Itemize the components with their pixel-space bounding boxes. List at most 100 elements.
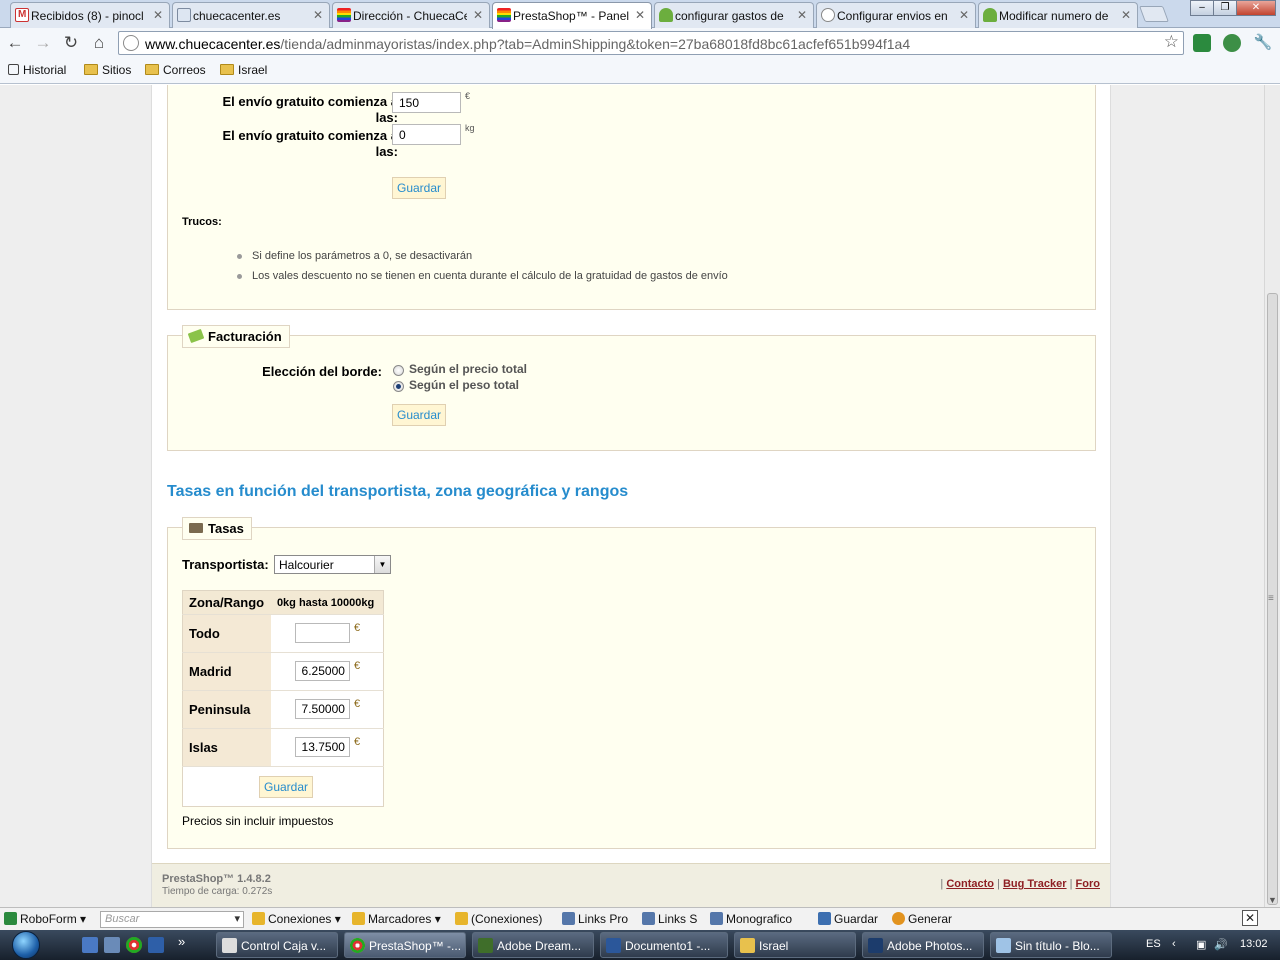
carrier-select[interactable]: Halcourier ▼	[274, 555, 391, 574]
start-button[interactable]	[6, 930, 46, 960]
roboform-conexiones[interactable]: Conexiones ▾	[252, 912, 341, 926]
browser-tab-prestashop[interactable]: PrestaShop™ - Panel ✕	[492, 2, 652, 29]
roboform-generar[interactable]: Generar	[892, 912, 952, 926]
save-rates-button[interactable]: Guardar	[259, 776, 313, 798]
roboform-extension-icon[interactable]	[1193, 34, 1211, 52]
minimize-button[interactable]: –	[1190, 0, 1214, 16]
tips-title: Trucos:	[182, 216, 222, 228]
close-icon[interactable]: ✕	[473, 8, 483, 22]
word-icon	[606, 938, 621, 953]
tab-label: configurar gastos de	[675, 9, 784, 23]
bookmarks-bar: Historial Sitios Correos Israel	[0, 58, 1280, 84]
close-window-button[interactable]: ✕	[1236, 0, 1276, 16]
save-free-shipping-button[interactable]: Guardar	[392, 177, 446, 199]
taskbar-item-control-caja[interactable]: Control Caja v...	[216, 932, 338, 958]
clock[interactable]: 13:02	[1240, 938, 1268, 950]
network-icon[interactable]: ▣	[1196, 938, 1206, 951]
close-icon[interactable]: ✕	[313, 8, 323, 22]
more-quicklaunch-icon[interactable]: »	[178, 934, 185, 949]
rate-input-todo[interactable]	[294, 623, 350, 643]
save-cell: Guardar	[183, 767, 384, 807]
close-icon[interactable]: ✕	[1121, 8, 1131, 22]
taskbar-item-dreamweaver[interactable]: Adobe Dream...	[472, 932, 594, 958]
rate-cell: €	[270, 614, 384, 653]
bookmark-correos[interactable]: Correos	[145, 63, 206, 77]
scroll-down-arrow-icon[interactable]: ▼	[1268, 895, 1277, 905]
home-icon[interactable]: ⌂	[88, 33, 110, 53]
switch-windows-icon[interactable]	[104, 937, 120, 953]
new-tab-button[interactable]	[1139, 6, 1169, 22]
roboform-marcadores[interactable]: Marcadores ▾	[352, 912, 441, 926]
wrench-icon[interactable]: 🔧	[1252, 33, 1274, 53]
page-icon	[177, 8, 191, 22]
footer-link-bug-tracker[interactable]: Bug Tracker	[1003, 878, 1067, 890]
rate-cell: €	[270, 728, 384, 767]
tab-label: Dirección - ChuecaCe	[353, 9, 467, 23]
close-icon[interactable]: ✕	[635, 8, 645, 22]
save-billing-button[interactable]: Guardar	[392, 404, 446, 426]
bookmark-israel[interactable]: Israel	[220, 63, 267, 77]
show-desktop-icon[interactable]	[82, 937, 98, 953]
taskbar-item-prestashop[interactable]: PrestaShop™ -...	[344, 932, 466, 958]
taskbar-item-notepad[interactable]: Sin título - Blo...	[990, 932, 1112, 958]
close-icon[interactable]: ✕	[153, 8, 163, 22]
forward-icon[interactable]: →	[32, 33, 54, 53]
roboform-monografico[interactable]: Monografico	[710, 912, 792, 926]
address-bar[interactable]: www.chuecacenter.es/tienda/adminmayorist…	[118, 31, 1184, 55]
close-icon[interactable]: ✕	[1242, 910, 1258, 926]
back-icon[interactable]: ←	[4, 33, 26, 53]
close-icon[interactable]: ✕	[797, 8, 807, 22]
bookmark-sitios[interactable]: Sitios	[84, 63, 131, 77]
range-header: 0kg hasta 10000kg	[270, 590, 384, 615]
browser-tab-configurar-envios[interactable]: Configurar envios en ✕	[816, 2, 976, 28]
footer-link-foro[interactable]: Foro	[1076, 878, 1100, 890]
roboform-links-pro[interactable]: Links Pro	[562, 912, 628, 926]
roboform-links-s[interactable]: Links S	[642, 912, 697, 926]
radio-price-total[interactable]	[393, 365, 404, 376]
bookmark-historial[interactable]: Historial	[8, 63, 66, 77]
footer-link-contacto[interactable]: Contacto	[946, 878, 994, 890]
roboform-guardar[interactable]: Guardar	[818, 912, 878, 926]
tab-label: Configurar envios en	[837, 9, 948, 23]
maximize-button[interactable]: ❐	[1213, 0, 1237, 16]
app-quicklaunch-icon[interactable]	[148, 937, 164, 953]
window-controls: – ❐ ✕	[1190, 0, 1276, 16]
close-icon[interactable]: ✕	[959, 8, 969, 22]
roboform-conexiones-alt[interactable]: (Conexiones)	[455, 912, 542, 926]
taskbar-item-word[interactable]: Documento1 -...	[600, 932, 728, 958]
url-text: www.chuecacenter.es/tienda/adminmayorist…	[145, 36, 911, 52]
browser-tab-direccion[interactable]: Dirección - ChuecaCe ✕	[332, 2, 490, 28]
rate-input-madrid[interactable]	[294, 661, 350, 681]
chevron-down-icon: ▾	[234, 913, 240, 925]
tab-label: PrestaShop™ - Panel	[513, 9, 629, 23]
free-shipping-price-input[interactable]	[392, 92, 461, 113]
reload-icon[interactable]: ↻	[60, 33, 82, 53]
truck-icon	[189, 523, 203, 533]
extension-icon[interactable]	[1223, 34, 1241, 52]
radio-weight-total[interactable]	[393, 381, 404, 392]
radio-weight-total-label: Según el peso total	[409, 378, 520, 392]
page-footer: PrestaShop™ 1.4.8.2 Tiempo de carga: 0.2…	[152, 863, 1110, 907]
rate-input-islas[interactable]	[294, 737, 350, 757]
taskbar-item-israel-folder[interactable]: Israel	[734, 932, 856, 958]
language-indicator[interactable]: ES	[1146, 938, 1161, 950]
free-shipping-weight-input[interactable]	[392, 124, 461, 145]
load-time: Tiempo de carga: 0.272s	[162, 886, 273, 897]
rate-input-peninsula[interactable]	[294, 699, 350, 719]
vertical-scrollbar[interactable]: ≡ ▼	[1264, 85, 1280, 907]
tax-note: Precios sin incluir impuestos	[182, 814, 334, 828]
browser-tab-gmail[interactable]: M Recibidos (8) - pinocl ✕	[10, 2, 170, 28]
taskbar-item-photoshop[interactable]: Adobe Photos...	[862, 932, 984, 958]
admin-page: El envío gratuito comienza a las: € El e…	[151, 85, 1111, 907]
bookmark-star-icon[interactable]: ☆	[1164, 32, 1179, 52]
roboform-search-input[interactable]: Buscar ▾	[100, 911, 244, 928]
browser-tab-configurar-gastos[interactable]: configurar gastos de ✕	[654, 2, 814, 28]
roboform-menu[interactable]: RoboForm ▾	[4, 912, 86, 926]
tray-expand-icon[interactable]: ‹	[1172, 938, 1176, 950]
roboform-toolbar: RoboForm ▾ Buscar ▾ Conexiones ▾ Marcador…	[0, 907, 1280, 930]
chrome-icon[interactable]	[126, 937, 142, 953]
browser-tab-chuecacenter[interactable]: chuecacenter.es ✕	[172, 2, 330, 28]
browser-tab-modificar-numero[interactable]: Modificar numero de ✕	[978, 2, 1138, 28]
app-icon	[222, 938, 237, 953]
volume-icon[interactable]: 🔊	[1214, 938, 1228, 951]
